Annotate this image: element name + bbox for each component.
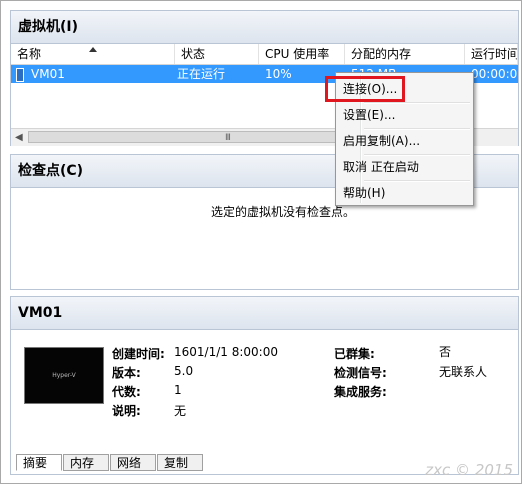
tab-summary[interactable]: 摘要 (16, 454, 62, 471)
column-state[interactable]: 状态 (175, 44, 259, 64)
heartbeat-value: 无联系人 (439, 365, 488, 379)
menu-item-cancel-starting[interactable]: 取消 正在启动 (343, 157, 419, 177)
tab-network[interactable]: 网络 (110, 454, 156, 471)
menu-item-enable-replication[interactable]: 启用复制(A)... (343, 131, 420, 151)
menu-item-help[interactable]: 帮助(H) (343, 183, 385, 203)
column-uptime[interactable]: 运行时间 (465, 44, 518, 64)
highlight-box (325, 76, 405, 102)
column-name[interactable]: 名称 (11, 44, 175, 64)
no-checkpoints-message: 选定的虚拟机没有检查点。 (211, 205, 356, 219)
vm-details-title: VM01 (11, 297, 518, 330)
column-header-row: 名称 状态 CPU 使用率 分配的内存 运行时间 (11, 44, 518, 65)
generation-label: 代数: (112, 385, 141, 399)
grip-icon: III (225, 133, 231, 143)
vm-console-thumbnail[interactable]: Hyper-V (24, 347, 104, 404)
tab-memory[interactable]: 内存 (63, 454, 109, 471)
column-assigned-memory[interactable]: 分配的内存 (345, 44, 465, 64)
column-cpu-usage[interactable]: CPU 使用率 (259, 44, 345, 64)
clustered-label: 已群集: (334, 347, 375, 361)
vm-details-panel: VM01 Hyper-V 创建时间: 1601/1/1 8:00:00 版本: … (10, 296, 519, 475)
heartbeat-label: 检测信号: (334, 366, 387, 380)
menu-item-settings[interactable]: 设置(E)... (343, 105, 395, 125)
clustered-value: 否 (439, 345, 452, 359)
version-label: 版本: (112, 366, 141, 380)
version-value: 5.0 (174, 364, 194, 378)
menu-separator (364, 180, 470, 182)
menu-separator (364, 128, 470, 130)
hyperv-manager-window: 虚拟机(I) 名称 状态 CPU 使用率 分配的内存 运行时间 VM01 正在运… (0, 0, 522, 484)
virtual-machine-icon (16, 68, 24, 82)
tab-replication[interactable]: 复制 (157, 454, 203, 471)
sort-ascending-icon (89, 47, 97, 52)
notes-value: 无 (174, 404, 187, 418)
scroll-left-icon[interactable]: ◀ (15, 132, 23, 143)
thumbnail-text: Hyper-V (52, 372, 76, 379)
created-value: 1601/1/1 8:00:00 (174, 345, 278, 359)
virtual-machines-title: 虚拟机(I) (11, 11, 518, 44)
watermark: zxc © 2015 (425, 461, 513, 479)
generation-value: 1 (174, 383, 182, 397)
integration-services-label: 集成服务: (334, 385, 387, 399)
vm-name: VM01 (31, 67, 65, 81)
column-name-label: 名称 (17, 47, 42, 61)
created-label: 创建时间: (112, 347, 165, 361)
vm-state-cell[interactable]: 正在运行 (171, 65, 259, 83)
vm-name-cell[interactable]: VM01 (11, 65, 171, 83)
notes-label: 说明: (112, 404, 141, 418)
menu-separator (364, 102, 470, 104)
menu-separator (364, 154, 470, 156)
